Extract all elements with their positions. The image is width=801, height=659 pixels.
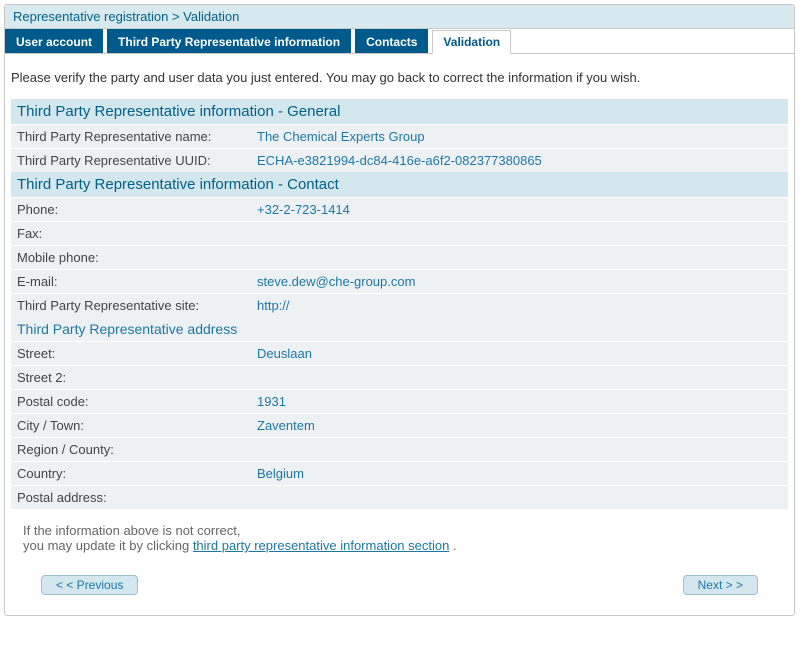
tab-contacts[interactable]: Contacts [355, 29, 428, 53]
footer-line2a: you may update it by clicking [23, 538, 193, 553]
row-fax: Fax: [11, 221, 788, 245]
value-city: Zaventem [257, 418, 782, 433]
nav-buttons: < < Previous Next > > [11, 569, 788, 609]
label-mobile: Mobile phone: [17, 250, 257, 265]
value-mobile [257, 250, 782, 265]
label-name: Third Party Representative name: [17, 129, 257, 144]
footer-note: If the information above is not correct,… [11, 509, 788, 569]
next-button[interactable]: Next > > [683, 575, 758, 595]
footer-line2b: . [449, 538, 456, 553]
row-email: E-mail: steve.dew@che-group.com [11, 269, 788, 293]
tab-validation[interactable]: Validation [432, 30, 511, 54]
label-fax: Fax: [17, 226, 257, 241]
content-area: Please verify the party and user data yo… [5, 54, 794, 615]
value-email: steve.dew@che-group.com [257, 274, 782, 289]
value-region [257, 442, 782, 457]
label-city: City / Town: [17, 418, 257, 433]
row-postal: Postal code: 1931 [11, 389, 788, 413]
section-contact-header: Third Party Representative information -… [11, 172, 788, 197]
row-country: Country: Belgium [11, 461, 788, 485]
section-address-header: Third Party Representative address [11, 317, 788, 341]
value-phone: +32-2-723-1414 [257, 202, 782, 217]
row-phone: Phone: +32-2-723-1414 [11, 197, 788, 221]
footer-line2: you may update it by clicking third part… [23, 538, 782, 553]
label-region: Region / County: [17, 442, 257, 457]
previous-button[interactable]: < < Previous [41, 575, 138, 595]
label-street: Street: [17, 346, 257, 361]
label-postal: Postal code: [17, 394, 257, 409]
label-uuid: Third Party Representative UUID: [17, 153, 257, 168]
section-general-header: Third Party Representative information -… [11, 99, 788, 124]
value-uuid: ECHA-e3821994-dc84-416e-a6f2-08237738086… [257, 153, 782, 168]
row-street2: Street 2: [11, 365, 788, 389]
footer-line1: If the information above is not correct, [23, 523, 782, 538]
value-fax [257, 226, 782, 241]
row-region: Region / County: [11, 437, 788, 461]
value-country: Belgium [257, 466, 782, 481]
row-postaladdr: Postal address: [11, 485, 788, 509]
tab-bar: User account Third Party Representative … [5, 29, 794, 54]
link-tpr-section[interactable]: third party representative information s… [193, 538, 450, 553]
row-city: City / Town: Zaventem [11, 413, 788, 437]
row-uuid: Third Party Representative UUID: ECHA-e3… [11, 148, 788, 172]
value-street2 [257, 370, 782, 385]
value-street: Deuslaan [257, 346, 782, 361]
row-mobile: Mobile phone: [11, 245, 788, 269]
main-window: Representative registration > Validation… [4, 4, 795, 616]
label-country: Country: [17, 466, 257, 481]
tab-tpr-information[interactable]: Third Party Representative information [107, 29, 351, 53]
row-street: Street: Deuslaan [11, 341, 788, 365]
value-postal: 1931 [257, 394, 782, 409]
row-site: Third Party Representative site: http:// [11, 293, 788, 317]
label-email: E-mail: [17, 274, 257, 289]
tab-user-account[interactable]: User account [5, 29, 103, 53]
value-site: http:// [257, 298, 782, 313]
breadcrumb: Representative registration > Validation [5, 5, 794, 29]
label-site: Third Party Representative site: [17, 298, 257, 313]
value-postaladdr [257, 490, 782, 505]
label-postaladdr: Postal address: [17, 490, 257, 505]
row-name: Third Party Representative name: The Che… [11, 124, 788, 148]
value-name: The Chemical Experts Group [257, 129, 782, 144]
label-street2: Street 2: [17, 370, 257, 385]
label-phone: Phone: [17, 202, 257, 217]
intro-text: Please verify the party and user data yo… [11, 60, 788, 99]
